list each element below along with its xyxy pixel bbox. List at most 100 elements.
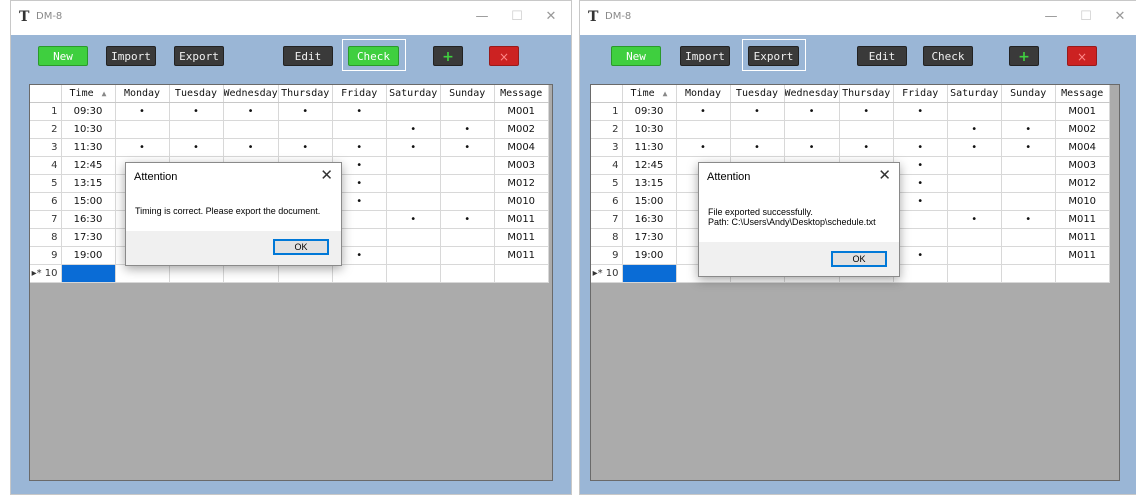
column-header-thursday[interactable]: Thursday [839, 85, 894, 103]
day-cell[interactable] [169, 264, 224, 283]
message-cell[interactable]: M001 [494, 102, 549, 121]
time-cell[interactable]: 15:00 [622, 192, 677, 211]
table-row[interactable]: ▸* 10 [30, 264, 549, 283]
row-number[interactable]: 5 [591, 174, 623, 193]
message-cell[interactable]: M011 [494, 210, 549, 229]
column-header-saturday[interactable]: Saturday [386, 85, 441, 103]
day-cell[interactable] [947, 156, 1002, 175]
row-number[interactable]: 8 [591, 228, 623, 247]
day-cell[interactable] [893, 264, 948, 283]
column-header-time[interactable]: Time ▲ [61, 85, 116, 103]
time-cell[interactable]: 17:30 [622, 228, 677, 247]
table-row[interactable]: 1 09:30 • • • • • M001 [30, 102, 549, 121]
day-cell[interactable] [1001, 192, 1056, 211]
day-cell[interactable]: • [730, 138, 785, 157]
day-cell[interactable] [169, 120, 224, 139]
day-cell[interactable] [440, 192, 495, 211]
maximize-button[interactable]: ☐ [503, 7, 531, 27]
time-cell[interactable]: 09:30 [61, 102, 116, 121]
message-cell[interactable]: M002 [494, 120, 549, 139]
time-cell[interactable]: 19:00 [622, 246, 677, 265]
day-cell[interactable] [386, 264, 441, 283]
day-cell[interactable]: • [278, 138, 333, 157]
time-cell[interactable]: 17:30 [61, 228, 116, 247]
new-button[interactable]: New [611, 46, 661, 66]
day-cell[interactable] [440, 246, 495, 265]
day-cell[interactable] [386, 228, 441, 247]
message-cell[interactable]: M003 [494, 156, 549, 175]
row-number[interactable]: 2 [591, 120, 623, 139]
day-cell[interactable]: • [386, 210, 441, 229]
day-cell[interactable]: • [169, 138, 224, 157]
new-button[interactable]: New [38, 46, 88, 66]
row-number[interactable]: 4 [591, 156, 623, 175]
day-cell[interactable] [839, 120, 894, 139]
column-header-wednesday[interactable]: Wednesday [223, 85, 279, 103]
row-number[interactable]: 6 [30, 192, 62, 211]
table-row[interactable]: 1 09:30 • • • • • M001 [591, 102, 1110, 121]
day-cell[interactable]: • [169, 102, 224, 121]
dialog-close-icon[interactable]: ✕ [878, 166, 891, 184]
day-cell[interactable]: • [947, 138, 1002, 157]
day-cell[interactable]: • [440, 210, 495, 229]
day-cell[interactable] [440, 102, 495, 121]
row-number[interactable]: ▸* 10 [30, 264, 62, 283]
row-number[interactable]: 7 [591, 210, 623, 229]
day-cell[interactable]: • [893, 174, 948, 193]
message-cell[interactable]: M011 [1055, 228, 1110, 247]
day-cell[interactable]: • [386, 120, 441, 139]
column-header-time[interactable]: Time ▲ [622, 85, 677, 103]
column-header-friday[interactable]: Friday [893, 85, 948, 103]
day-cell[interactable] [278, 120, 333, 139]
message-cell[interactable]: M001 [1055, 102, 1110, 121]
row-number[interactable]: 1 [591, 102, 623, 121]
day-cell[interactable]: • [676, 138, 731, 157]
day-cell[interactable] [332, 264, 387, 283]
edit-button[interactable]: Edit [857, 46, 907, 66]
day-cell[interactable] [440, 228, 495, 247]
table-row[interactable]: 2 10:30 • • M002 [30, 120, 549, 139]
minimize-button[interactable]: — [1037, 7, 1065, 27]
ok-button[interactable]: OK [273, 239, 329, 255]
day-cell[interactable]: • [893, 156, 948, 175]
day-cell[interactable] [1001, 246, 1056, 265]
column-header-friday[interactable]: Friday [332, 85, 387, 103]
add-row-button[interactable]: + [1009, 46, 1039, 66]
row-number[interactable]: 3 [591, 138, 623, 157]
day-cell[interactable]: • [1001, 138, 1056, 157]
day-cell[interactable] [1001, 264, 1056, 283]
row-number[interactable]: 4 [30, 156, 62, 175]
row-header-corner[interactable] [30, 85, 62, 103]
day-cell[interactable]: • [440, 138, 495, 157]
check-button[interactable]: Check [348, 46, 399, 66]
time-cell[interactable]: 12:45 [622, 156, 677, 175]
time-cell[interactable]: 10:30 [61, 120, 116, 139]
day-cell[interactable]: • [440, 120, 495, 139]
dialog-close-icon[interactable]: ✕ [320, 166, 333, 184]
message-cell[interactable] [494, 264, 549, 283]
column-header-wednesday[interactable]: Wednesday [784, 85, 840, 103]
day-cell[interactable] [115, 264, 170, 283]
message-cell[interactable]: M011 [494, 228, 549, 247]
row-header-corner[interactable] [591, 85, 623, 103]
message-cell[interactable]: M010 [1055, 192, 1110, 211]
import-button[interactable]: Import [680, 46, 730, 66]
row-number[interactable]: 9 [591, 246, 623, 265]
day-cell[interactable] [386, 192, 441, 211]
row-number[interactable]: 3 [30, 138, 62, 157]
day-cell[interactable] [1001, 102, 1056, 121]
time-cell[interactable] [61, 264, 116, 283]
day-cell[interactable] [223, 264, 279, 283]
day-cell[interactable] [440, 264, 495, 283]
import-button[interactable]: Import [106, 46, 156, 66]
day-cell[interactable]: • [784, 102, 840, 121]
day-cell[interactable]: • [893, 102, 948, 121]
table-row[interactable]: 3 11:30 • • • • • • • M004 [30, 138, 549, 157]
day-cell[interactable]: • [676, 102, 731, 121]
day-cell[interactable] [947, 102, 1002, 121]
day-cell[interactable] [1001, 228, 1056, 247]
time-cell[interactable]: 16:30 [61, 210, 116, 229]
delete-row-button[interactable]: × [489, 46, 519, 66]
row-number[interactable]: 7 [30, 210, 62, 229]
day-cell[interactable] [386, 156, 441, 175]
